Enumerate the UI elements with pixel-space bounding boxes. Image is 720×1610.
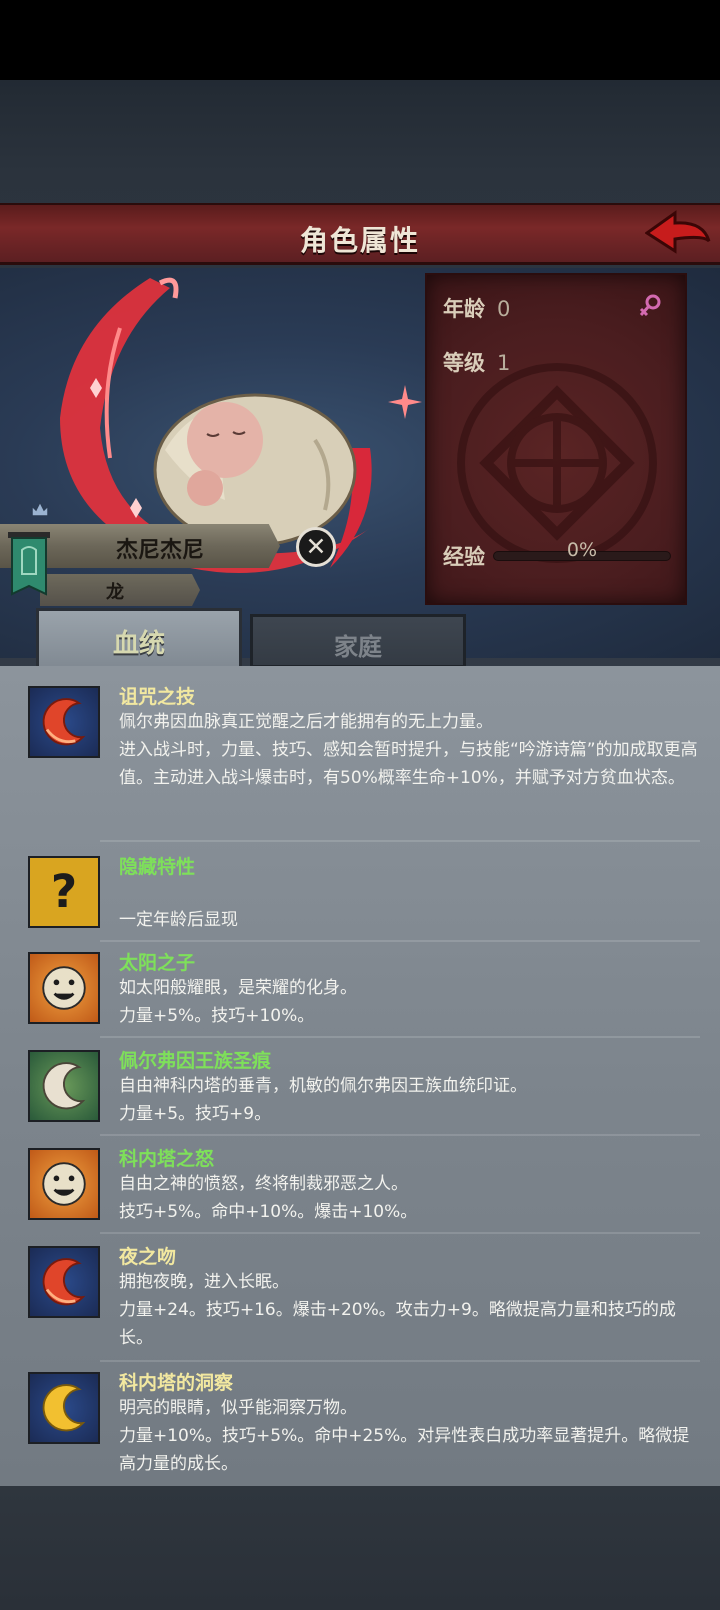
sparkle-icon: [388, 385, 422, 419]
page-title: 角色属性: [299, 224, 420, 257]
trait-item: 太阳之子 如太阳般耀眼，是荣耀的化身。 力量+5%。技巧+10%。: [0, 952, 720, 1034]
red-crescent-icon: [28, 686, 100, 758]
female-gender-icon: [639, 294, 661, 317]
trait-title: 夜之吻: [119, 1246, 177, 1268]
stat-age-value: 0: [497, 297, 511, 321]
svg-text:?: ?: [51, 865, 77, 918]
trait-item: 诅咒之技 佩尔弗因血脉真正觉醒之后才能拥有的无上力量。 进入战斗时，力量、技巧、…: [0, 686, 720, 818]
stat-exp-label: 经验: [443, 545, 485, 569]
sun-face-icon: [28, 952, 100, 1024]
divider: [100, 940, 700, 942]
trait-item: 科内塔之怒 自由之神的愤怒，终将制裁邪恶之人。 技巧+5%。命中+10%。爆击+…: [0, 1148, 720, 1230]
gold-crescent-icon: [28, 1372, 100, 1444]
divider: [100, 840, 700, 842]
trait-item: ? 隐藏特性 一定年龄后显现: [0, 856, 720, 936]
trait-title: 科内塔的洞察: [119, 1372, 234, 1394]
tab-bloodline-label: 血统: [112, 629, 165, 659]
tab-family[interactable]: 家庭: [250, 614, 466, 668]
screen: 角色属性 年龄 0 等级 1 经验 0% 杰尼杰尼 龙 ✕ 血统 家庭 诅咒之技…: [0, 0, 720, 1610]
stat-age: 年龄 0: [443, 293, 510, 323]
trait-desc: 如太阳般耀眼，是荣耀的化身。 力量+5%。技巧+10%。: [119, 978, 357, 1026]
trait-item: 佩尔弗因王族圣痕 自由神科内塔的垂青，机敏的佩尔弗因王族血统印证。 力量+5。技…: [0, 1050, 720, 1132]
tab-family-label: 家庭: [334, 633, 382, 661]
question-mark-icon: ?: [28, 856, 100, 928]
bottom-area: [0, 1486, 720, 1610]
white-crescent-icon: [28, 1050, 100, 1122]
trait-title: 诅咒之技: [119, 686, 196, 708]
trait-item: 夜之吻 拥抱夜晚，进入长眠。 力量+24。技巧+16。爆击+20%。攻击力+9。…: [0, 1246, 720, 1356]
family-banner-icon: [8, 532, 50, 596]
remove-character-button[interactable]: ✕: [296, 527, 336, 567]
trait-desc: 一定年龄后显现: [119, 910, 238, 930]
character-race: 龙: [106, 582, 124, 603]
sun-face-icon: [28, 1148, 100, 1220]
trait-title: 佩尔弗因王族圣痕: [119, 1050, 272, 1072]
divider: [100, 1232, 700, 1234]
trait-desc: 自由神科内塔的垂青，机敏的佩尔弗因王族血统印证。 力量+5。技巧+9。: [119, 1076, 527, 1124]
celtic-knot-icon: [457, 363, 657, 563]
status-bar-area: [0, 0, 720, 80]
stat-age-label: 年龄: [443, 297, 485, 321]
trait-title: 太阳之子: [119, 952, 196, 974]
stat-level-value: 1: [497, 351, 511, 375]
trait-desc: 明亮的眼睛，似乎能洞察万物。 力量+10%。技巧+5%。命中+25%。对异性表白…: [119, 1398, 690, 1474]
stats-panel: 年龄 0 等级 1 经验 0%: [425, 273, 687, 605]
race-banner: 龙: [40, 574, 200, 606]
trait-item: 科内塔的洞察 明亮的眼睛，似乎能洞察万物。 力量+10%。技巧+5%。命中+25…: [0, 1372, 720, 1482]
exp-value: 0%: [566, 539, 598, 561]
character-name: 杰尼杰尼: [115, 538, 204, 563]
trait-desc: 自由之神的愤怒，终将制裁邪恶之人。 技巧+5%。命中+10%。爆击+10%。: [119, 1174, 418, 1222]
title-bar: 角色属性: [0, 203, 720, 265]
trait-desc: 佩尔弗因血脉真正觉醒之后才能拥有的无上力量。 进入战斗时，力量、技巧、感知会暂时…: [119, 712, 698, 788]
red-crescent-icon: [28, 1246, 100, 1318]
back-arrow-icon[interactable]: [645, 207, 711, 259]
stat-level-label: 等级: [443, 351, 485, 375]
stat-level: 等级 1: [443, 347, 510, 377]
divider: [100, 1036, 700, 1038]
tab-bloodline[interactable]: 血统: [36, 608, 242, 670]
close-icon: ✕: [305, 532, 327, 561]
divider: [100, 1360, 700, 1362]
divider: [100, 1134, 700, 1136]
trait-title: 隐藏特性: [119, 856, 196, 878]
crown-icon: [31, 500, 49, 517]
trait-title: 科内塔之怒: [119, 1148, 215, 1170]
trait-desc: 拥抱夜晚，进入长眠。 力量+24。技巧+16。爆击+20%。攻击力+9。略微提高…: [119, 1272, 676, 1348]
tab-bar: 血统 家庭: [0, 604, 720, 670]
